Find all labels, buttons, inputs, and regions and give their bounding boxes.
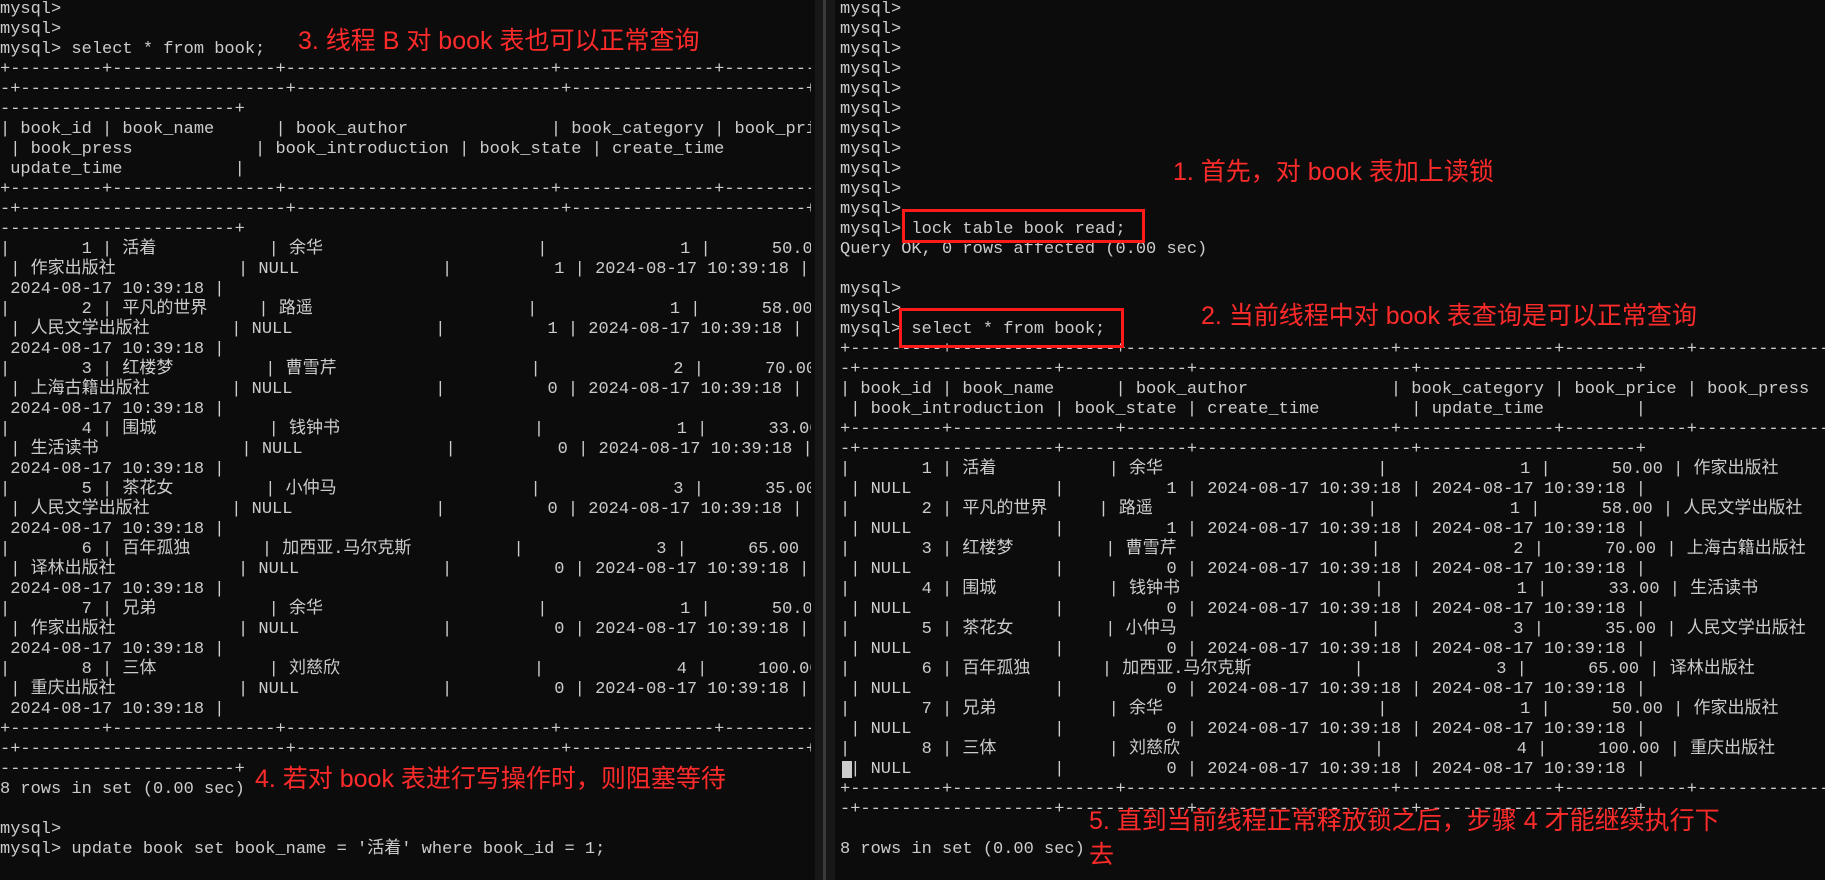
left-terminal-pane[interactable]: mysql> mysql> mysql> select * from book; +-… xyxy=(0,0,811,880)
left-terminal-line: | 5 | 茶花女 | 小仲马 | 3 | 35.00 xyxy=(0,480,811,499)
left-terminal-line: | 人民文学出版社 | NULL | 1 | 2024-08-17 10:39:… xyxy=(0,320,803,339)
left-terminal-line: 2024-08-17 10:39:18 | xyxy=(0,280,225,299)
right-terminal-line xyxy=(840,260,1825,280)
right-terminal-line: | NULL | 0 | 2024-08-17 10:39:18 | 2024-… xyxy=(840,680,1646,699)
right-terminal-line: | 8 | 三体 | 刘慈欣 | 4 | 100.00 | 重庆出版社 xyxy=(840,740,1776,759)
left-terminal-output: mysql> mysql> mysql> select * from book; +-… xyxy=(0,0,811,860)
left-terminal-line: | 1 | 活着 | 余华 | 1 | 50.00 xyxy=(0,240,811,259)
left-terminal-line: | 上海古籍出版社 | NULL | 0 | 2024-08-17 10:39:… xyxy=(0,380,803,399)
left-terminal-line: | 8 | 三体 | 刘慈欣 | 4 | 100.00 xyxy=(0,660,811,679)
left-terminal-line xyxy=(0,800,811,820)
left-terminal-line: 2024-08-17 10:39:18 | xyxy=(0,640,225,659)
right-terminal-line: mysql> xyxy=(840,0,902,19)
left-terminal-line: mysql> xyxy=(0,820,62,839)
right-terminal-line: | 7 | 兄弟 | 余华 | 1 | 50.00 | 作家出版社 xyxy=(840,700,1779,719)
right-terminal-line: Query OK, 0 rows affected (0.00 sec) xyxy=(840,240,1208,259)
left-terminal-line: | 重庆出版社 | NULL | 0 | 2024-08-17 10:39:18… xyxy=(0,680,810,699)
annotation-step-3: 3. 线程 B 对 book 表也可以正常查询 xyxy=(298,27,700,55)
right-terminal-line: mysql> xyxy=(840,40,902,59)
right-terminal-line: | book_introduction | book_state | creat… xyxy=(840,400,1646,419)
right-terminal-line: | NULL | 1 | 2024-08-17 10:39:18 | 2024-… xyxy=(840,480,1646,499)
right-terminal-line: | 5 | 茶花女 | 小仲马 | 3 | 35.00 | 人民文学出版社 xyxy=(840,620,1806,639)
right-terminal-line: | NULL | 0 | 2024-08-17 10:39:18 | 2024-… xyxy=(840,600,1646,619)
right-terminal-line: | 4 | 围城 | 钱钟书 | 1 | 33.00 | 生活读书 xyxy=(840,580,1759,599)
left-terminal-line: | book_id | book_name | book_author | bo… xyxy=(0,120,811,139)
left-terminal-line: mysql> update book set book_name = '活着' … xyxy=(0,840,606,859)
right-terminal-line: | 2 | 平凡的世界 | 路遥 | 1 | 58.00 | 人民文学出版社 xyxy=(840,500,1803,519)
left-terminal-line: mysql> xyxy=(0,0,62,19)
left-terminal-line: 2024-08-17 10:39:18 | xyxy=(0,520,225,539)
left-terminal-line: -+--------------------------+-----------… xyxy=(0,740,811,759)
annotation-step-4: 4. 若对 book 表进行写操作时，则阻塞等待 xyxy=(255,765,726,793)
right-terminal-line: mysql> xyxy=(840,280,902,299)
right-terminal-line: mysql> xyxy=(840,100,902,119)
left-terminal-line: 2024-08-17 10:39:18 | xyxy=(0,700,225,719)
right-terminal-line: -+-------------------+------------+-----… xyxy=(840,360,1646,379)
left-terminal-line: | 2 | 平凡的世界 | 路遥 | 1 | 58.00 xyxy=(0,300,811,319)
annotation-step-2: 2. 当前线程中对 book 表查询是可以正常查询 xyxy=(1201,302,1697,330)
right-terminal-line: +---------+----------------+------------… xyxy=(840,780,1825,799)
right-terminal-pane[interactable]: mysql> mysql> mysql> mysql> mysql> mysql> mysq… xyxy=(840,0,1825,880)
right-terminal-line: mysql> xyxy=(840,80,902,99)
left-terminal-line: -----------------------+ xyxy=(0,220,245,239)
left-terminal-line: update_time | xyxy=(0,160,245,179)
left-terminal-line: | 译林出版社 | NULL | 0 | 2024-08-17 10:39:18… xyxy=(0,560,810,579)
left-terminal-line: | 4 | 围城 | 钱钟书 | 1 | 33.00 xyxy=(0,420,811,439)
right-terminal-output: mysql> mysql> mysql> mysql> mysql> mysql> mysq… xyxy=(840,0,1825,880)
left-terminal-line: -+--------------------------+-----------… xyxy=(0,80,811,99)
right-terminal-line: | 1 | 活着 | 余华 | 1 | 50.00 | 作家出版社 xyxy=(840,460,1779,479)
right-terminal-line: | NULL | 0 | 2024-08-17 10:39:18 | 2024-… xyxy=(840,760,1646,779)
left-terminal-line: | 人民文学出版社 | NULL | 0 | 2024-08-17 10:39:… xyxy=(0,500,803,519)
left-terminal-line: 2024-08-17 10:39:18 | xyxy=(0,340,225,359)
lock-command-highlight xyxy=(902,209,1145,243)
left-terminal-line: | 作家出版社 | NULL | 0 | 2024-08-17 10:39:18… xyxy=(0,620,810,639)
right-terminal-line: +---------+----------------+------------… xyxy=(840,420,1825,439)
left-terminal-line: | 3 | 红楼梦 | 曹雪芹 | 2 | 70.00 xyxy=(0,360,811,379)
annotation-step-1: 1. 首先，对 book 表加上读锁 xyxy=(1173,158,1494,186)
left-terminal-line: +---------+----------------+------------… xyxy=(0,180,811,199)
left-terminal-line: 2024-08-17 10:39:18 | xyxy=(0,580,225,599)
pane-divider-line xyxy=(823,0,826,880)
right-terminal-line: | NULL | 0 | 2024-08-17 10:39:18 | 2024-… xyxy=(840,560,1646,579)
right-terminal-line: | NULL | 1 | 2024-08-17 10:39:18 | 2024-… xyxy=(840,520,1646,539)
left-terminal-line: -+--------------------------+-----------… xyxy=(0,200,811,219)
left-terminal-line: +---------+----------------+------------… xyxy=(0,60,811,79)
right-terminal-line: | NULL | 0 | 2024-08-17 10:39:18 | 2024-… xyxy=(840,720,1646,739)
right-terminal-line: mysql> xyxy=(840,20,902,39)
right-terminal-line: | 6 | 百年孤独 | 加西亚.马尔克斯 | 3 | 65.00 | 译林出版… xyxy=(840,660,1755,679)
left-terminal-line: | book_press | book_introduction | book_… xyxy=(0,140,811,159)
right-terminal-line: | NULL | 0 | 2024-08-17 10:39:18 | 2024-… xyxy=(840,640,1646,659)
left-terminal-line: | 6 | 百年孤独 | 加西亚.马尔克斯 | 3 | 65.00 xyxy=(0,540,800,559)
right-terminal-line: -+-------------------+------------+-----… xyxy=(840,440,1646,459)
left-terminal-line: | 7 | 兄弟 | 余华 | 1 | 50.00 xyxy=(0,600,811,619)
annotation-step-5: 5. 直到当前线程正常释放锁之后，步骤 4 才能继续执行下 去 xyxy=(1089,807,1720,869)
left-terminal-line: +---------+----------------+------------… xyxy=(0,720,811,739)
right-terminal-line: | 3 | 红楼梦 | 曹雪芹 | 2 | 70.00 | 上海古籍出版社 xyxy=(840,540,1806,559)
left-terminal-line: | 生活读书 | NULL | 0 | 2024-08-17 10:39:18 … xyxy=(0,440,811,459)
left-terminal-line: 2024-08-17 10:39:18 | xyxy=(0,400,225,419)
terminal-cursor xyxy=(842,761,852,778)
left-terminal-line: -----------------------+ xyxy=(0,100,245,119)
select-command-highlight xyxy=(899,308,1124,348)
left-terminal-line: 2024-08-17 10:39:18 | xyxy=(0,460,225,479)
right-terminal-line: mysql> xyxy=(840,60,902,79)
right-terminal-line: | book_id | book_name | book_author | bo… xyxy=(840,380,1810,399)
right-terminal-line: mysql> xyxy=(840,120,902,139)
left-terminal-line: | 作家出版社 | NULL | 1 | 2024-08-17 10:39:18… xyxy=(0,260,810,279)
